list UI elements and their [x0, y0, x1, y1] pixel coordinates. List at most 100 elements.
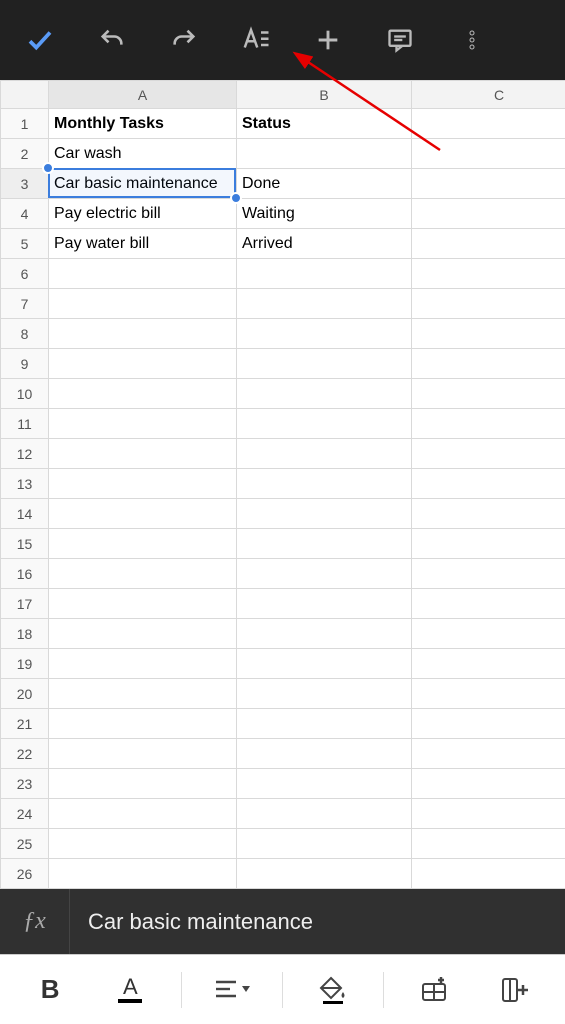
cell[interactable]	[412, 589, 565, 619]
row-header[interactable]: 5	[1, 229, 49, 259]
cell[interactable]	[412, 469, 565, 499]
cell[interactable]	[237, 139, 412, 169]
row-header[interactable]: 2	[1, 139, 49, 169]
cell[interactable]: Car basic maintenance	[49, 169, 237, 199]
cell[interactable]	[237, 769, 412, 799]
cell[interactable]: Status	[237, 109, 412, 139]
cell[interactable]	[49, 829, 237, 859]
cell[interactable]: Car wash	[49, 139, 237, 169]
cell[interactable]	[412, 559, 565, 589]
cell[interactable]	[237, 439, 412, 469]
row-header[interactable]: 13	[1, 469, 49, 499]
cell[interactable]	[412, 829, 565, 859]
row-header[interactable]: 21	[1, 709, 49, 739]
row-header[interactable]: 26	[1, 859, 49, 889]
text-format-button[interactable]	[240, 24, 272, 56]
cell[interactable]: Pay water bill	[49, 229, 237, 259]
cell[interactable]	[49, 769, 237, 799]
row-header[interactable]: 22	[1, 739, 49, 769]
cell[interactable]	[412, 499, 565, 529]
formula-input[interactable]: Car basic maintenance	[70, 909, 565, 935]
text-color-button[interactable]: A	[100, 965, 160, 1015]
cell[interactable]	[412, 739, 565, 769]
row-header[interactable]: 9	[1, 349, 49, 379]
cell[interactable]	[49, 679, 237, 709]
col-header-a[interactable]: A	[49, 81, 237, 109]
row-header[interactable]: 23	[1, 769, 49, 799]
insert-column-button[interactable]	[485, 965, 545, 1015]
cell[interactable]	[412, 169, 565, 199]
cell[interactable]	[237, 529, 412, 559]
cell[interactable]	[237, 649, 412, 679]
cell[interactable]	[237, 349, 412, 379]
cell[interactable]	[49, 529, 237, 559]
row-header[interactable]: 18	[1, 619, 49, 649]
row-header[interactable]: 8	[1, 319, 49, 349]
row-header[interactable]: 24	[1, 799, 49, 829]
cell[interactable]	[412, 799, 565, 829]
row-header[interactable]: 14	[1, 499, 49, 529]
cell[interactable]	[49, 319, 237, 349]
cell[interactable]	[412, 649, 565, 679]
row-header[interactable]: 1	[1, 109, 49, 139]
cell[interactable]	[49, 619, 237, 649]
row-header[interactable]: 19	[1, 649, 49, 679]
cell[interactable]	[237, 259, 412, 289]
row-header[interactable]: 16	[1, 559, 49, 589]
cell[interactable]	[237, 859, 412, 889]
cell[interactable]	[412, 679, 565, 709]
cell[interactable]	[412, 349, 565, 379]
cell[interactable]	[237, 739, 412, 769]
cell[interactable]	[237, 319, 412, 349]
cell[interactable]	[49, 709, 237, 739]
cell[interactable]	[237, 289, 412, 319]
bold-button[interactable]: B	[20, 965, 80, 1015]
comment-button[interactable]	[384, 24, 416, 56]
add-button[interactable]	[312, 24, 344, 56]
cell[interactable]	[49, 259, 237, 289]
cell[interactable]	[412, 619, 565, 649]
cell[interactable]	[49, 379, 237, 409]
cell[interactable]	[49, 859, 237, 889]
cell[interactable]	[49, 739, 237, 769]
insert-cells-button[interactable]	[405, 965, 465, 1015]
cell[interactable]	[237, 469, 412, 499]
cell[interactable]	[49, 499, 237, 529]
more-button[interactable]	[456, 24, 488, 56]
cell[interactable]	[49, 559, 237, 589]
cell[interactable]	[49, 589, 237, 619]
cell[interactable]	[412, 859, 565, 889]
cell[interactable]	[49, 289, 237, 319]
undo-button[interactable]	[96, 24, 128, 56]
align-button[interactable]	[202, 965, 262, 1015]
row-header[interactable]: 10	[1, 379, 49, 409]
row-header[interactable]: 4	[1, 199, 49, 229]
cell[interactable]	[49, 649, 237, 679]
cell[interactable]: Monthly Tasks	[49, 109, 237, 139]
cell[interactable]	[412, 109, 565, 139]
row-header[interactable]: 17	[1, 589, 49, 619]
cell[interactable]	[412, 709, 565, 739]
cell[interactable]	[237, 409, 412, 439]
cell[interactable]	[412, 379, 565, 409]
cell[interactable]	[237, 799, 412, 829]
cell[interactable]	[237, 619, 412, 649]
cell[interactable]	[237, 709, 412, 739]
row-header[interactable]: 20	[1, 679, 49, 709]
fx-icon[interactable]: ƒx	[0, 889, 70, 954]
row-header[interactable]: 6	[1, 259, 49, 289]
redo-button[interactable]	[168, 24, 200, 56]
cell[interactable]	[412, 439, 565, 469]
cell[interactable]: Done	[237, 169, 412, 199]
cell[interactable]	[237, 499, 412, 529]
cell[interactable]	[237, 559, 412, 589]
cell[interactable]	[412, 139, 565, 169]
row-header[interactable]: 11	[1, 409, 49, 439]
row-header[interactable]: 25	[1, 829, 49, 859]
cell[interactable]: Arrived	[237, 229, 412, 259]
cell[interactable]	[412, 229, 565, 259]
cell[interactable]	[412, 769, 565, 799]
fill-color-button[interactable]	[303, 965, 363, 1015]
corner-cell[interactable]	[1, 81, 49, 109]
cell[interactable]	[412, 409, 565, 439]
